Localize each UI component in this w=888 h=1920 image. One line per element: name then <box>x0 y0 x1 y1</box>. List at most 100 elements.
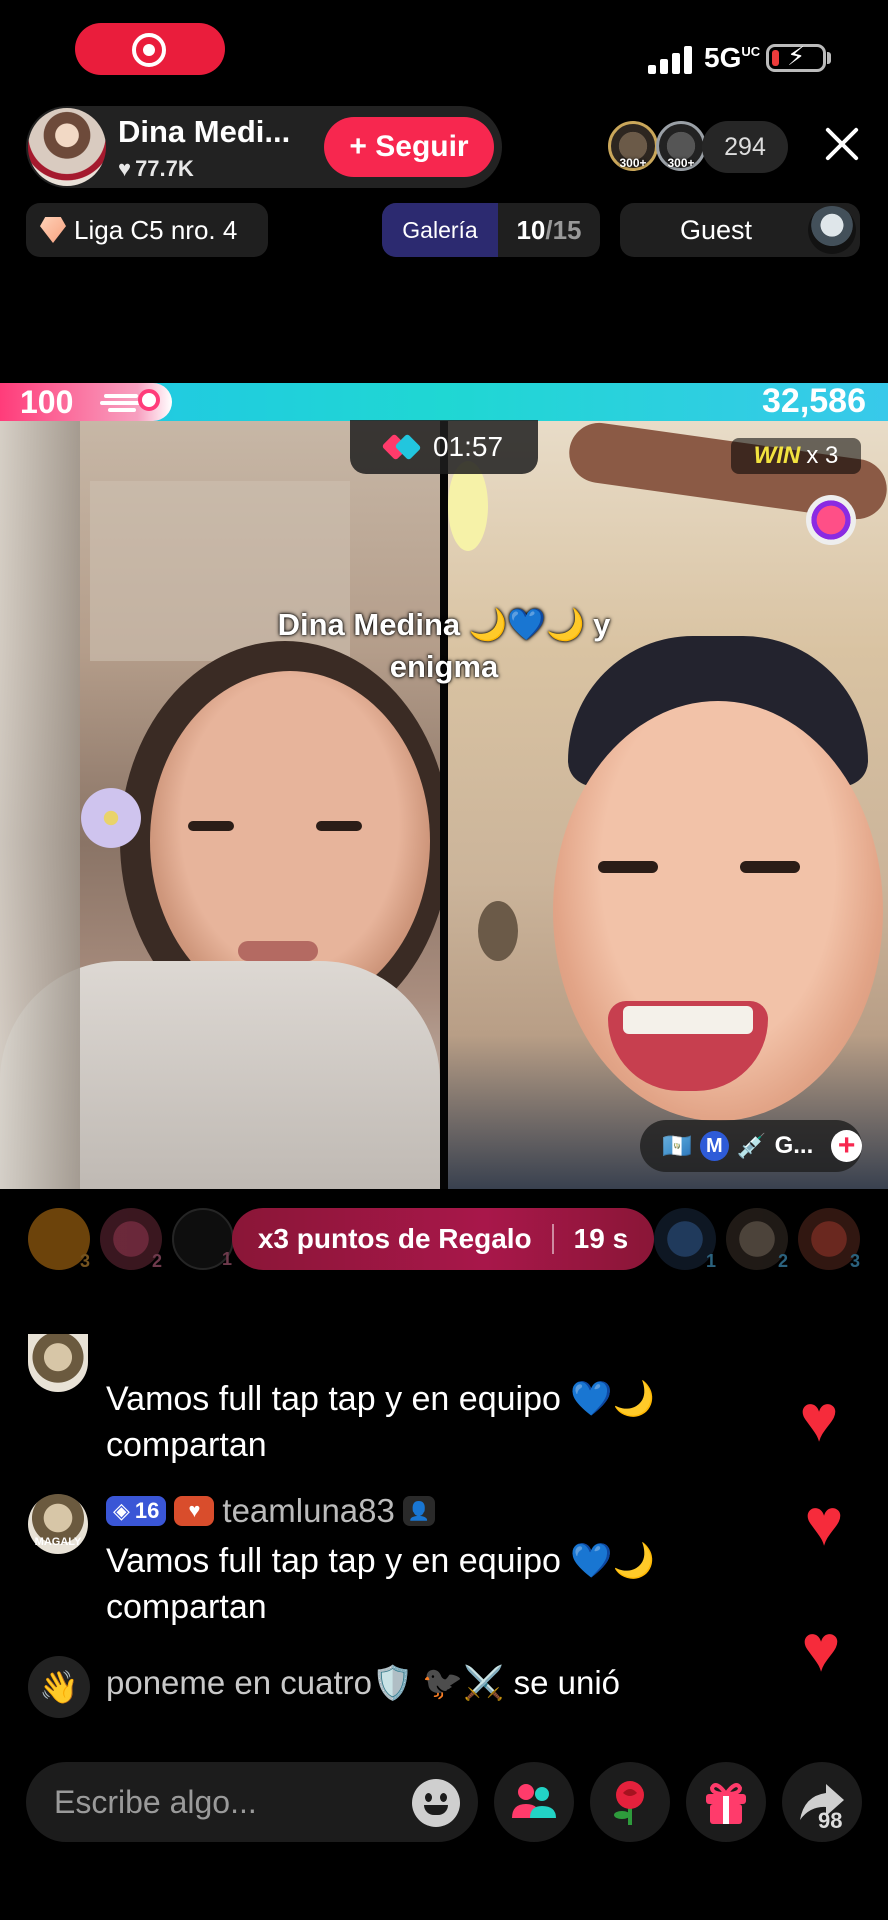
eye <box>188 821 234 831</box>
host-likes-count: 77.7K <box>135 156 194 181</box>
host-likes: ♥ 77.7K <box>118 156 194 182</box>
flag-icon: 🇬🇹 <box>662 1132 692 1160</box>
close-icon[interactable] <box>822 124 862 164</box>
chat-message-line2: compartan <box>106 1588 267 1626</box>
follow-button[interactable]: + Seguir <box>324 117 494 177</box>
lamp-light <box>448 461 488 551</box>
right-score: 32,586 <box>762 382 866 420</box>
host-name[interactable]: Dina Medi... <box>118 114 290 150</box>
chat-message-line1: Vamos full tap tap y en equipo 💙🌙 <box>106 1380 655 1418</box>
chat-avatar[interactable]: MAGALY <box>28 1494 88 1554</box>
chat-message-line2: compartan <box>106 1426 267 1464</box>
right-rank-avatar[interactable]: 3 <box>798 1208 860 1271</box>
record-icon <box>132 33 166 67</box>
chat-message: Vamos full tap tap y en equipo 💙🌙 compar… <box>106 1376 726 1468</box>
rank-number: 2 <box>777 1251 788 1271</box>
gallery-current: 10 <box>516 214 546 245</box>
left-score: 100 <box>20 384 74 420</box>
gift-banner-countdown: 19 s <box>573 1223 629 1254</box>
host-avatar[interactable] <box>28 108 106 186</box>
rose-icon <box>614 1781 644 1825</box>
battle-title-line2: enigma <box>389 649 499 684</box>
fan-club-icon: ♥ <box>174 1496 215 1526</box>
streak-icon <box>100 389 160 415</box>
share-count: 98 <box>818 1808 843 1833</box>
flower-icon <box>76 783 146 853</box>
smiley-icon[interactable] <box>412 1779 460 1827</box>
signal-icon <box>648 46 694 74</box>
rank-number: 1 <box>221 1249 232 1269</box>
level-value: 16 <box>134 1498 160 1523</box>
gift-points-banner[interactable]: x3 puntos de Regalo 19 s <box>232 1208 654 1270</box>
gift-icon <box>706 1783 746 1824</box>
viewer-count[interactable]: 294 <box>702 121 788 173</box>
battery-icon: ⚡ <box>766 43 826 72</box>
top-viewer-avatar[interactable]: 300+ <box>608 121 658 171</box>
teeth <box>623 1006 753 1034</box>
viewer-rank: 300+ <box>619 156 647 170</box>
gallery-progress: 10/15 <box>498 215 600 246</box>
heart-icon: ♥ <box>804 1485 844 1559</box>
tool-icon: 💉 <box>736 1132 767 1160</box>
multi-guest-icon <box>512 1784 556 1818</box>
guest-label: Guest <box>680 214 753 245</box>
right-rank-avatar[interactable]: 1 <box>654 1208 716 1271</box>
league-chip[interactable]: Liga C5 nro. 4 <box>26 203 268 257</box>
multi-guest-button[interactable] <box>494 1762 574 1842</box>
win-multiplier: x 3 <box>806 442 839 469</box>
viewer-rank: 300+ <box>667 156 695 170</box>
moderator-icon: 👤 <box>402 1496 435 1526</box>
cap-on-wall <box>478 901 518 961</box>
heart-icon: ♥ <box>801 1611 841 1685</box>
chat-message-line1: Vamos full tap tap y en equipo 💙🌙 <box>106 1542 655 1580</box>
chat-avatar[interactable] <box>28 1334 88 1392</box>
left-rank-avatar[interactable]: 2 <box>100 1208 162 1271</box>
guest-tag-name: G... <box>774 1132 814 1159</box>
rank-number: 1 <box>705 1251 716 1271</box>
add-guest-icon[interactable]: + <box>831 1129 862 1162</box>
eye <box>598 861 658 873</box>
chat-user-row: ◈ 16 ♥ teamluna83 👤 <box>106 1492 435 1530</box>
boost-icon[interactable] <box>806 495 856 545</box>
eye <box>740 861 800 873</box>
battery-cap <box>827 52 831 64</box>
left-rank-avatar[interactable]: 1 <box>172 1208 234 1270</box>
rank-number: 3 <box>849 1251 860 1271</box>
gem-icon <box>40 217 66 243</box>
timer-value: 01:57 <box>432 431 504 462</box>
guest-tag[interactable]: 🇬🇹 M 💉 G... + <box>640 1120 862 1172</box>
win-streak-badge[interactable]: WIN x 3 <box>731 438 861 474</box>
battle-title-line1: Dina Medina 🌙💙🌙 y <box>277 607 611 642</box>
rank-number: 2 <box>151 1251 162 1271</box>
chat-username[interactable]: teamluna83 <box>222 1492 394 1530</box>
join-username[interactable]: poneme en cuatro🛡️ 🐦‍⬛⚔️ <box>106 1664 504 1701</box>
gallery-label: Galería <box>382 203 498 257</box>
battle-timer: 01:57 <box>350 420 538 474</box>
join-message: poneme en cuatro🛡️ 🐦‍⬛⚔️ se unió <box>106 1664 620 1703</box>
gift-banner-text: x3 puntos de Regalo <box>257 1223 532 1254</box>
win-label: WIN <box>753 442 801 469</box>
top-viewer-avatar[interactable]: 300+ <box>656 121 706 171</box>
member-badge: M <box>699 1131 729 1161</box>
diamond-icon: ◈ <box>113 1498 130 1523</box>
banner-separator <box>551 1224 554 1254</box>
gift-button[interactable] <box>686 1762 766 1842</box>
rank-number: 3 <box>79 1251 90 1271</box>
heart-icon: ♥ <box>118 156 132 181</box>
gallery-chip[interactable]: Galería 10/15 <box>382 203 600 257</box>
network-type: 5GUC <box>704 42 761 73</box>
left-rank-avatar[interactable]: 3 <box>28 1208 90 1271</box>
join-text: se unió <box>513 1664 621 1701</box>
comment-input[interactable] <box>26 1762 478 1842</box>
battle-title: Dina Medina 🌙💙🌙 y enigma <box>240 604 648 688</box>
guest-avatar[interactable] <box>808 206 856 254</box>
rose-gift-button[interactable] <box>590 1762 670 1842</box>
chat-message: Vamos full tap tap y en equipo 💙🌙 compar… <box>106 1538 726 1630</box>
mouth <box>238 941 318 961</box>
gallery-total: /15 <box>545 214 582 245</box>
right-rank-avatar[interactable]: 2 <box>726 1208 788 1271</box>
wave-icon: 👋 <box>28 1656 90 1718</box>
split-divider <box>440 421 448 1189</box>
league-label: Liga C5 nro. 4 <box>74 214 238 245</box>
level-badge: ◈ 16 <box>106 1496 167 1526</box>
